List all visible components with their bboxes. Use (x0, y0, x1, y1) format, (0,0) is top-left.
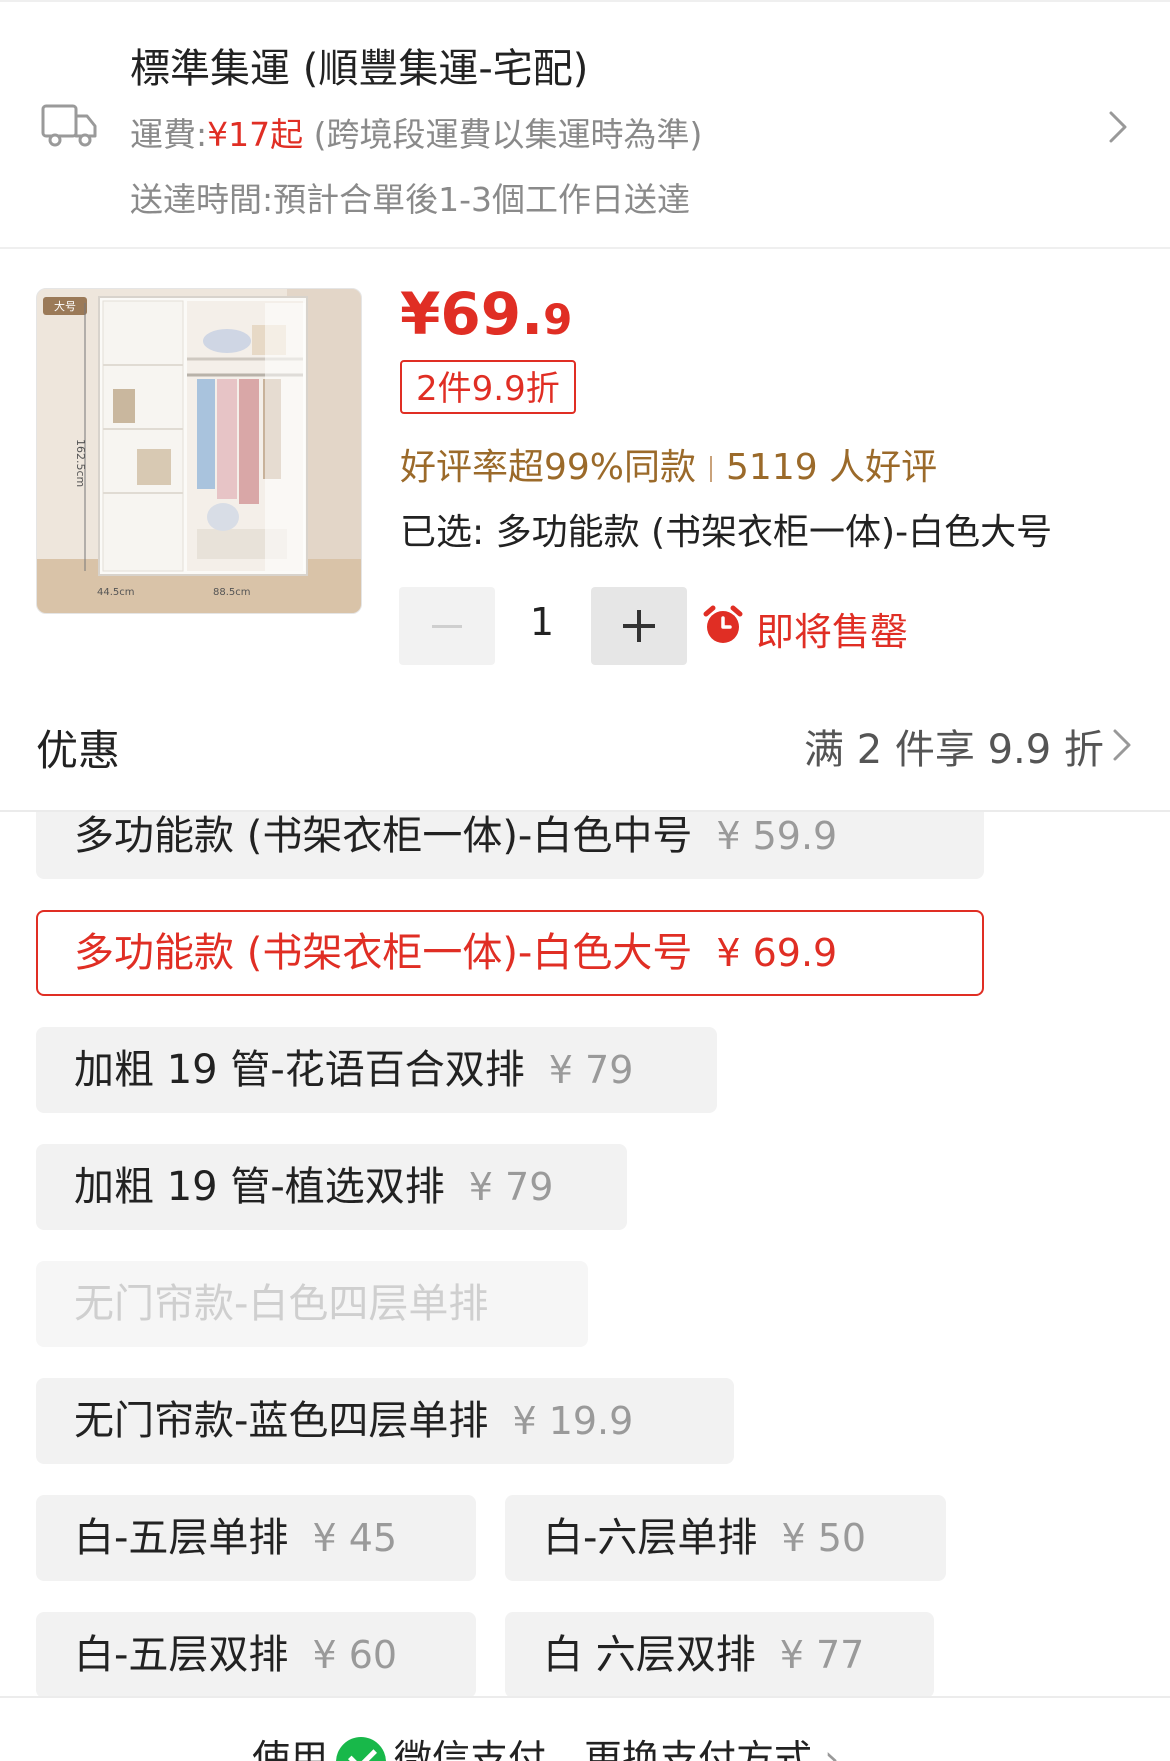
variant-name: 加粗 19 管-植选双排 (74, 1164, 445, 1210)
reviews-count: 5119 人好评 (726, 447, 937, 488)
rating-row: 好评率超99%同款 5119 人好评 (400, 438, 937, 490)
shipping-fee-row: 運費:¥17起 (跨境段運費以集運時為準) (130, 108, 702, 156)
thumb-height-label: 162.5cm (74, 439, 87, 487)
variant-option-selected[interactable]: 多功能款 (书架衣柜一体)-白色大号 ¥ 69.9 (36, 910, 984, 996)
variant-name: 白-六层单排 (543, 1515, 757, 1561)
thumb-width-label: 88.5cm (213, 587, 251, 598)
payment-prefix: 使用 (252, 1737, 328, 1761)
variant-name: 白-五层单排 (74, 1515, 288, 1561)
shipping-method-title: 標準集運 (順豐集運-宅配) (130, 36, 588, 94)
variant-option[interactable]: 白-六层单排 ¥ 50 (505, 1495, 946, 1581)
variant-option[interactable]: 无门帘款-蓝色四层单排 ¥ 19.9 (36, 1378, 734, 1464)
delivery-time: 送達時間:預計合單後1-3個工作日送達 (130, 173, 690, 221)
stock-status: 即将售罄 (756, 601, 908, 656)
product-price: ¥69.9 (400, 280, 572, 348)
variant-option[interactable]: 白-五层双排 ¥ 60 (36, 1612, 476, 1696)
variant-price: ¥ 50 (781, 1516, 866, 1560)
truck-icon (40, 100, 98, 150)
selected-variant-text: 已选: 多功能款 (书架衣柜一体)-白色大号 (400, 503, 1052, 555)
payment-method-text: 微信支付，更换支付方式 (394, 1737, 812, 1761)
variant-price: ¥ 79 (469, 1165, 554, 1209)
variant-option[interactable]: 加粗 19 管-花语百合双排 ¥ 79 (36, 1027, 717, 1113)
alarm-clock-icon (702, 604, 744, 646)
variant-name: 加粗 19 管-花语百合双排 (74, 1047, 525, 1093)
rating-text: 好评率超99%同款 (400, 447, 696, 488)
variant-price: ¥ 59.9 (716, 814, 837, 858)
variant-price: ¥ 69.9 (716, 931, 837, 975)
shipping-chevron-right-icon[interactable] (1108, 110, 1128, 144)
shipping-fee-label: 運費: (130, 115, 207, 154)
wechat-pay-icon (336, 1737, 386, 1761)
rating-separator (710, 456, 712, 482)
top-divider (0, 0, 1170, 2)
variant-name: 无门帘款-蓝色四层单排 (74, 1398, 488, 1444)
price-decimal: 9 (543, 295, 572, 344)
promo-label: 优惠 (36, 717, 120, 778)
discount-tag: 2件9.9折 (400, 360, 576, 414)
product-thumbnail[interactable]: 大号 162.5cm 44.5cm 88.5cm (36, 288, 362, 614)
variant-option[interactable]: 多功能款 (书架衣柜一体)-白色中号 ¥ 59.9 (36, 812, 984, 879)
thumb-depth-label: 44.5cm (97, 587, 135, 598)
price-main: ¥69. (400, 280, 543, 348)
variant-price: ¥ 45 (312, 1516, 397, 1560)
quantity-value[interactable]: 1 (520, 600, 564, 644)
variant-list: 多功能款 (书架衣柜一体)-白色中号 ¥ 59.9 多功能款 (书架衣柜一体)-白… (0, 812, 1170, 1696)
quantity-increase-button[interactable] (591, 587, 687, 665)
quantity-decrease-button[interactable] (399, 587, 495, 665)
shipping-fee-value: ¥17起 (207, 115, 303, 154)
variant-option-disabled: 无门帘款-白色四层单排 (36, 1261, 588, 1347)
payment-bar[interactable]: 使用 微信支付，更换支付方式 › (0, 1696, 1170, 1761)
section-divider (0, 247, 1170, 249)
variant-price: ¥ 19.9 (512, 1399, 633, 1443)
payment-method-row[interactable]: 使用 微信支付，更换支付方式 › (252, 1728, 839, 1761)
shipping-fee-note: (跨境段運費以集運時為準) (303, 115, 702, 154)
variant-option[interactable]: 白-五层单排 ¥ 45 (36, 1495, 476, 1581)
variant-name: 多功能款 (书架衣柜一体)-白色大号 (74, 930, 692, 976)
promo-chevron-right-icon[interactable] (1112, 728, 1132, 762)
variant-name: 白 六层双排 (543, 1632, 756, 1678)
variant-name: 无门帘款-白色四层单排 (74, 1281, 488, 1327)
variant-name: 多功能款 (书架衣柜一体)-白色中号 (74, 813, 692, 859)
variant-price: ¥ 79 (549, 1048, 634, 1092)
variant-price: ¥ 60 (312, 1633, 397, 1677)
variant-option[interactable]: 白 六层双排 ¥ 77 (505, 1612, 934, 1696)
minus-icon (432, 625, 462, 628)
payment-chevron-icon: › (824, 1737, 839, 1761)
thumb-badge: 大号 (54, 299, 76, 313)
variant-name: 白-五层双排 (74, 1632, 288, 1678)
variant-price: ¥ 77 (780, 1633, 865, 1677)
wardrobe-image: 大号 162.5cm 44.5cm 88.5cm (37, 289, 362, 614)
promo-value[interactable]: 满 2 件享 9.9 折 (804, 717, 1104, 775)
variant-option[interactable]: 加粗 19 管-植选双排 ¥ 79 (36, 1144, 627, 1230)
